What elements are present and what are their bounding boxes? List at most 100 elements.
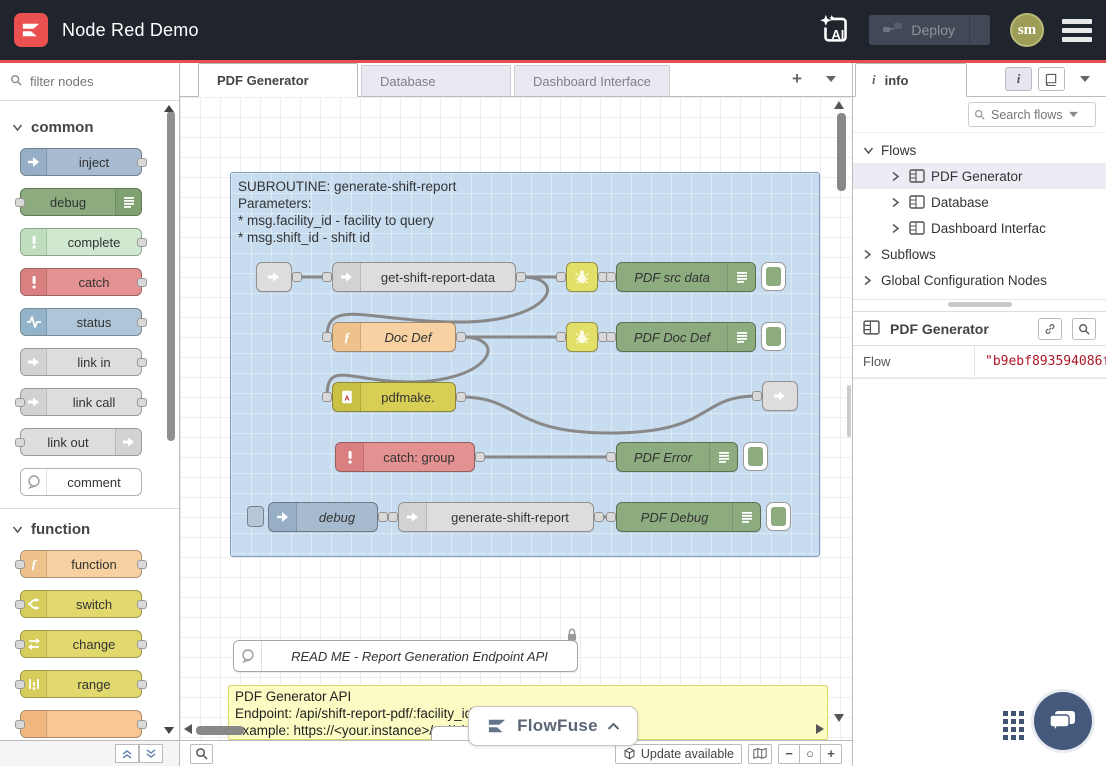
drag-handle-dots[interactable]	[1003, 711, 1024, 740]
palette-scrollbar[interactable]	[167, 111, 175, 441]
flow-tab-pdf-generator[interactable]: PDF Generator	[198, 63, 358, 97]
input-port[interactable]	[322, 272, 332, 282]
input-port[interactable]	[15, 720, 25, 729]
palette-category-function[interactable]: function	[0, 511, 179, 550]
input-port[interactable]	[752, 391, 762, 401]
palette-node-function[interactable]: ƒfunction	[20, 550, 142, 578]
tree-item-dashboard-interfac[interactable]: Dashboard Interfac	[853, 215, 1106, 241]
update-available-button[interactable]: Update available	[615, 744, 742, 764]
palette-node-link call[interactable]: link call	[20, 388, 142, 416]
wire[interactable]	[461, 396, 757, 433]
flow-node-get-shift-report-data[interactable]: get-shift-report-data	[332, 262, 516, 292]
chat-widget-button[interactable]	[1034, 692, 1092, 750]
palette-node-switch[interactable]: switch	[20, 590, 142, 618]
tab-info[interactable]: i info	[855, 63, 967, 97]
flow-tab-dashboard-interface[interactable]: Dashboard Interface	[514, 65, 670, 97]
inject-button[interactable]	[247, 506, 264, 527]
input-port[interactable]	[15, 680, 25, 689]
chevron-right-icon[interactable]	[863, 275, 875, 286]
input-port[interactable]	[15, 640, 25, 649]
flow-node-debug-bug-1[interactable]	[566, 262, 598, 292]
debug-toggle-button[interactable]	[743, 442, 768, 471]
output-port[interactable]	[475, 452, 485, 462]
flow-node-link-in[interactable]	[256, 262, 292, 292]
navigator-button[interactable]	[748, 744, 772, 764]
output-port[interactable]	[378, 512, 388, 522]
zoom-search-button[interactable]	[190, 744, 213, 764]
canvas-scroll-left-icon[interactable]	[184, 724, 192, 734]
chevron-right-icon[interactable]	[891, 223, 903, 234]
input-port[interactable]	[606, 272, 616, 282]
output-port[interactable]	[594, 512, 604, 522]
debug-toggle-button[interactable]	[761, 262, 786, 291]
palette-node-status[interactable]: status	[20, 308, 142, 336]
filter-nodes-input[interactable]	[28, 73, 148, 90]
input-port[interactable]	[606, 512, 616, 522]
palette-node-link in[interactable]: link in	[20, 348, 142, 376]
flow-node-link-out[interactable]	[762, 381, 798, 411]
output-port[interactable]	[137, 640, 147, 649]
flow-node-pdf-src-data[interactable]: PDF src data	[616, 262, 756, 292]
palette-node-complete[interactable]: complete	[20, 228, 142, 256]
canvas-vscrollbar[interactable]	[837, 113, 846, 191]
main-menu-button[interactable]	[1062, 19, 1092, 42]
tree-item-global-configuration-nodes[interactable]: Global Configuration Nodes	[853, 267, 1106, 293]
flow-node-doc-def[interactable]: ƒDoc Def	[332, 322, 456, 352]
output-port[interactable]	[137, 238, 147, 247]
output-port[interactable]	[137, 278, 147, 287]
flow-node-inject-debug[interactable]: debug	[268, 502, 378, 532]
flow-list-caret[interactable]	[818, 67, 844, 91]
flowfuse-button[interactable]: FlowFuse	[468, 706, 638, 746]
chevron-right-icon[interactable]	[891, 171, 903, 182]
flow-node-pdf-debug[interactable]: PDF Debug	[616, 502, 761, 532]
palette-category-common[interactable]: common	[0, 109, 179, 148]
output-port[interactable]	[292, 272, 302, 282]
canvas-hscrollbar[interactable]	[196, 726, 244, 735]
sidebar-splitter-handle[interactable]	[847, 385, 851, 437]
canvas-scroll-right-icon[interactable]	[816, 724, 824, 734]
palette-filter[interactable]	[0, 63, 179, 101]
input-port[interactable]	[15, 560, 25, 569]
zoom-reset-button[interactable]: ○	[799, 744, 821, 764]
output-port[interactable]	[137, 720, 147, 729]
flow-node-pdf-error[interactable]: PDF Error	[616, 442, 738, 472]
palette-node-link out[interactable]: link out	[20, 428, 142, 456]
add-flow-button[interactable]: +	[784, 67, 810, 91]
palette-node-inject[interactable]: inject	[20, 148, 142, 176]
palette-scroll-down-icon[interactable]	[164, 727, 174, 734]
output-port[interactable]	[137, 560, 147, 569]
flow-node-debug-bug-2[interactable]	[566, 322, 598, 352]
palette-node-comment[interactable]: comment	[20, 468, 142, 496]
output-port[interactable]	[137, 680, 147, 689]
input-port[interactable]	[15, 438, 25, 447]
sidebar-menu-caret[interactable]	[1071, 67, 1098, 91]
flow-node-catch-group[interactable]: catch: group	[335, 442, 475, 472]
zoom-in-button[interactable]: +	[820, 744, 842, 764]
deploy-button[interactable]: Deploy	[869, 15, 990, 45]
input-port[interactable]	[15, 398, 25, 407]
palette-node-change[interactable]: change	[20, 630, 142, 658]
output-port[interactable]	[137, 158, 147, 167]
palette-node-debug[interactable]: debug	[20, 188, 142, 216]
input-port[interactable]	[322, 392, 332, 402]
input-port[interactable]	[556, 272, 566, 282]
palette-node-range[interactable]: range	[20, 670, 142, 698]
search-flows-box[interactable]	[968, 102, 1096, 127]
expand-all-button[interactable]	[139, 744, 163, 763]
canvas-scroll-down-icon[interactable]	[834, 714, 844, 722]
search-flows-input[interactable]	[989, 107, 1065, 123]
sidebar-splitter[interactable]	[853, 299, 1106, 309]
ai-assistant-icon[interactable]: AI	[817, 13, 851, 47]
input-port[interactable]	[606, 332, 616, 342]
input-port[interactable]	[606, 452, 616, 462]
output-port[interactable]	[137, 358, 147, 367]
output-port[interactable]	[137, 398, 147, 407]
user-avatar[interactable]: sm	[1010, 13, 1044, 47]
flow-node-pdf-doc-def[interactable]: PDF Doc Def	[616, 322, 756, 352]
flow-node-read-me-comment[interactable]: READ ME - Report Generation Endpoint API	[233, 640, 578, 672]
input-port[interactable]	[322, 332, 332, 342]
output-port[interactable]	[137, 600, 147, 609]
input-port[interactable]	[15, 600, 25, 609]
output-port[interactable]	[456, 332, 466, 342]
zoom-out-button[interactable]: −	[778, 744, 800, 764]
